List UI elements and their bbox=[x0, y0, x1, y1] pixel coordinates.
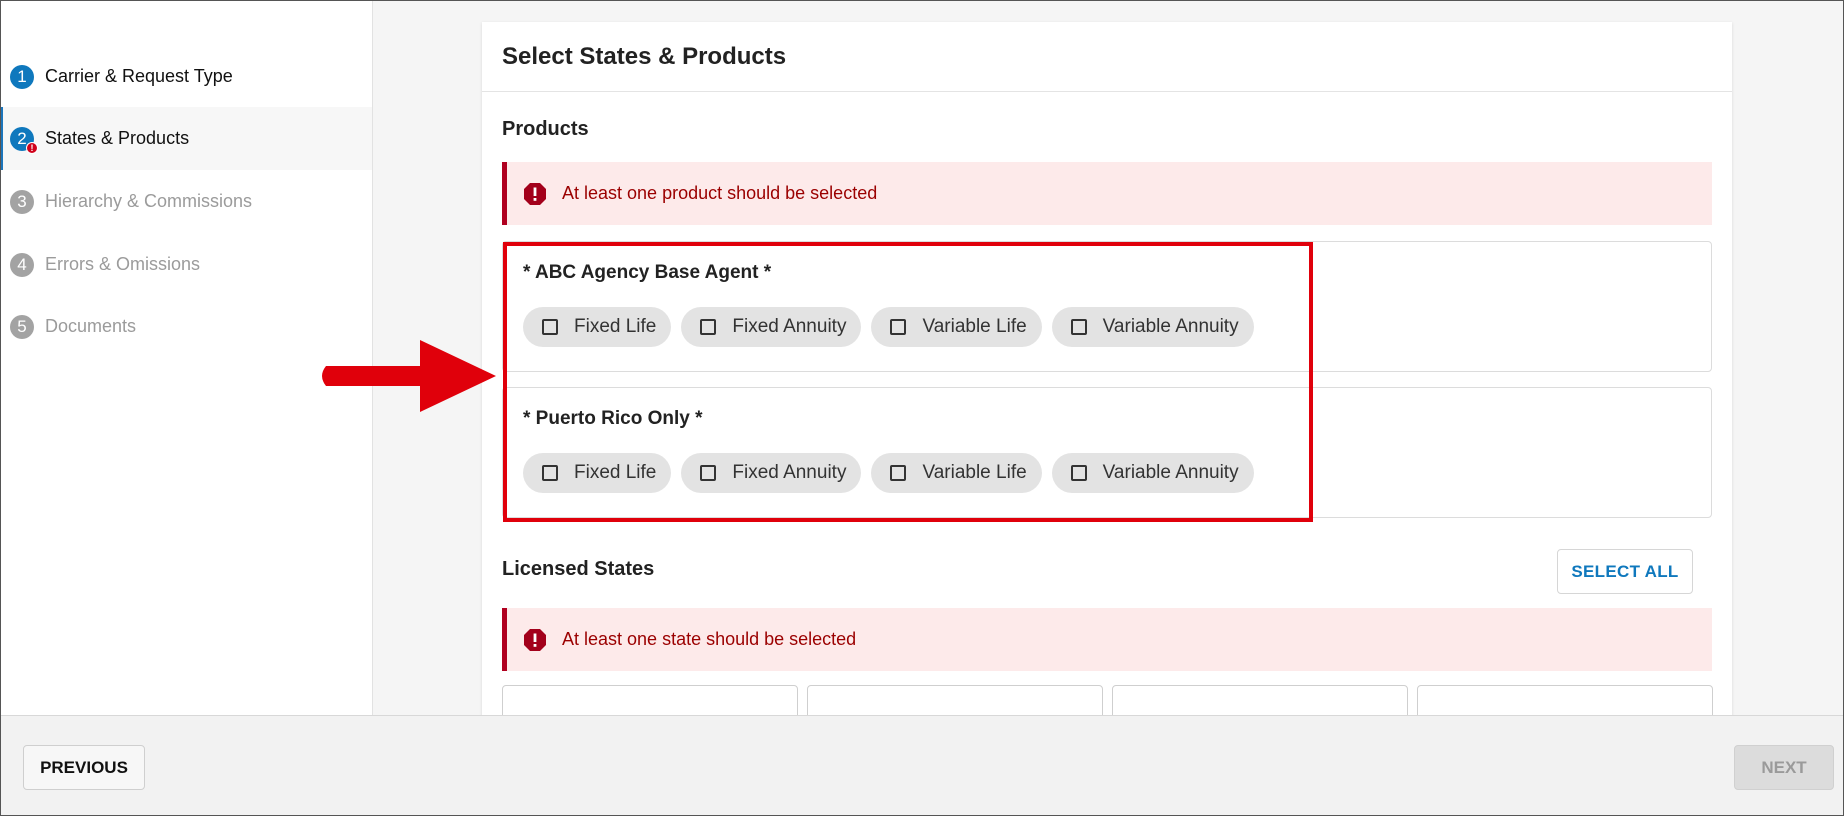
chip-label: Variable Life bbox=[922, 316, 1027, 337]
states-products-card: Select States & Products Products At lea… bbox=[482, 22, 1732, 715]
licensed-states-heading: Licensed States bbox=[502, 558, 655, 580]
step-hierarchy-commissions[interactable]: 3 Hierarchy & Commissions bbox=[1, 170, 372, 233]
next-button[interactable]: NEXT bbox=[1734, 745, 1834, 790]
step-number-badge: 2 ! bbox=[10, 126, 38, 154]
wizard-footer: PREVIOUS NEXT bbox=[1, 715, 1843, 815]
product-group-puerto-rico: * Puerto Rico Only * Fixed Life Fixed An… bbox=[502, 387, 1712, 518]
step-number-badge: 5 bbox=[10, 314, 34, 339]
product-group-abc-agency: * ABC Agency Base Agent * Fixed Life Fix… bbox=[502, 241, 1712, 372]
main-content: Select States & Products Products At lea… bbox=[373, 1, 1843, 715]
step-number-badge: 3 bbox=[10, 189, 34, 214]
step-label: Carrier & Request Type bbox=[45, 66, 233, 86]
chip-label: Variable Annuity bbox=[1102, 316, 1239, 337]
chip-label: Fixed Life bbox=[574, 316, 657, 337]
error-octagon-icon bbox=[523, 182, 547, 206]
state-checkbox-tile[interactable] bbox=[502, 685, 798, 715]
states-error-alert: At least one state should be selected bbox=[502, 608, 1712, 671]
step-number-badge: 4 bbox=[10, 252, 34, 277]
product-chip-variable-annuity[interactable]: Variable Annuity bbox=[1051, 307, 1254, 347]
step-label: Hierarchy & Commissions bbox=[45, 191, 253, 211]
checkbox-icon bbox=[542, 465, 558, 481]
card-title: Select States & Products bbox=[482, 22, 1732, 92]
product-group-title: * Puerto Rico Only * bbox=[523, 408, 703, 429]
state-checkbox-tile[interactable] bbox=[1417, 685, 1713, 715]
step-label: Errors & Omissions bbox=[45, 254, 201, 274]
chip-label: Variable Life bbox=[922, 462, 1027, 483]
checkbox-icon bbox=[890, 319, 907, 335]
alert-message: At least one product should be selected bbox=[562, 183, 878, 203]
product-chip-fixed-annuity[interactable]: Fixed Annuity bbox=[681, 453, 862, 493]
checkbox-icon bbox=[890, 465, 907, 481]
chip-label: Fixed Annuity bbox=[732, 462, 847, 483]
product-group-title: * ABC Agency Base Agent * bbox=[523, 262, 772, 283]
chip-label: Variable Annuity bbox=[1102, 462, 1239, 483]
previous-button[interactable]: PREVIOUS bbox=[23, 745, 145, 790]
checkbox-icon bbox=[1070, 465, 1087, 481]
select-all-states-button[interactable]: SELECT ALL bbox=[1557, 549, 1693, 594]
error-badge-icon: ! bbox=[26, 141, 38, 154]
checkbox-icon bbox=[542, 319, 558, 335]
checkbox-icon bbox=[1070, 319, 1087, 335]
step-number-badge: 1 bbox=[10, 64, 34, 89]
product-chip-fixed-life[interactable]: Fixed Life bbox=[523, 307, 672, 347]
chip-label: Fixed Life bbox=[574, 462, 657, 483]
error-octagon-icon bbox=[523, 628, 547, 652]
product-chip-fixed-life[interactable]: Fixed Life bbox=[523, 453, 672, 493]
state-checkbox-tile[interactable] bbox=[807, 685, 1103, 715]
step-states-products[interactable]: 2 ! States & Products bbox=[1, 107, 372, 170]
alert-message: At least one state should be selected bbox=[562, 629, 857, 649]
step-label: States & Products bbox=[45, 128, 190, 148]
state-checkbox-tile[interactable] bbox=[1112, 685, 1408, 715]
step-errors-omissions[interactable]: 4 Errors & Omissions bbox=[1, 233, 372, 296]
product-chip-fixed-annuity[interactable]: Fixed Annuity bbox=[681, 307, 862, 347]
product-chip-variable-life[interactable]: Variable Life bbox=[871, 307, 1042, 347]
step-carrier-request-type[interactable]: 1 Carrier & Request Type bbox=[1, 45, 372, 108]
products-error-alert: At least one product should be selected bbox=[502, 162, 1712, 225]
product-chip-variable-annuity[interactable]: Variable Annuity bbox=[1051, 453, 1254, 493]
product-options: Fixed Life Fixed Annuity Variable Life V… bbox=[523, 307, 1254, 347]
products-heading: Products bbox=[502, 118, 589, 140]
checkbox-icon bbox=[700, 465, 717, 481]
chip-label: Fixed Annuity bbox=[732, 316, 847, 337]
step-label: Documents bbox=[45, 316, 137, 336]
step-documents[interactable]: 5 Documents bbox=[1, 295, 372, 358]
product-options: Fixed Life Fixed Annuity Variable Life V… bbox=[523, 453, 1254, 493]
checkbox-icon bbox=[700, 319, 717, 335]
wizard-sidebar: 1 Carrier & Request Type 2 ! States & Pr… bbox=[1, 1, 373, 715]
product-chip-variable-life[interactable]: Variable Life bbox=[871, 453, 1042, 493]
